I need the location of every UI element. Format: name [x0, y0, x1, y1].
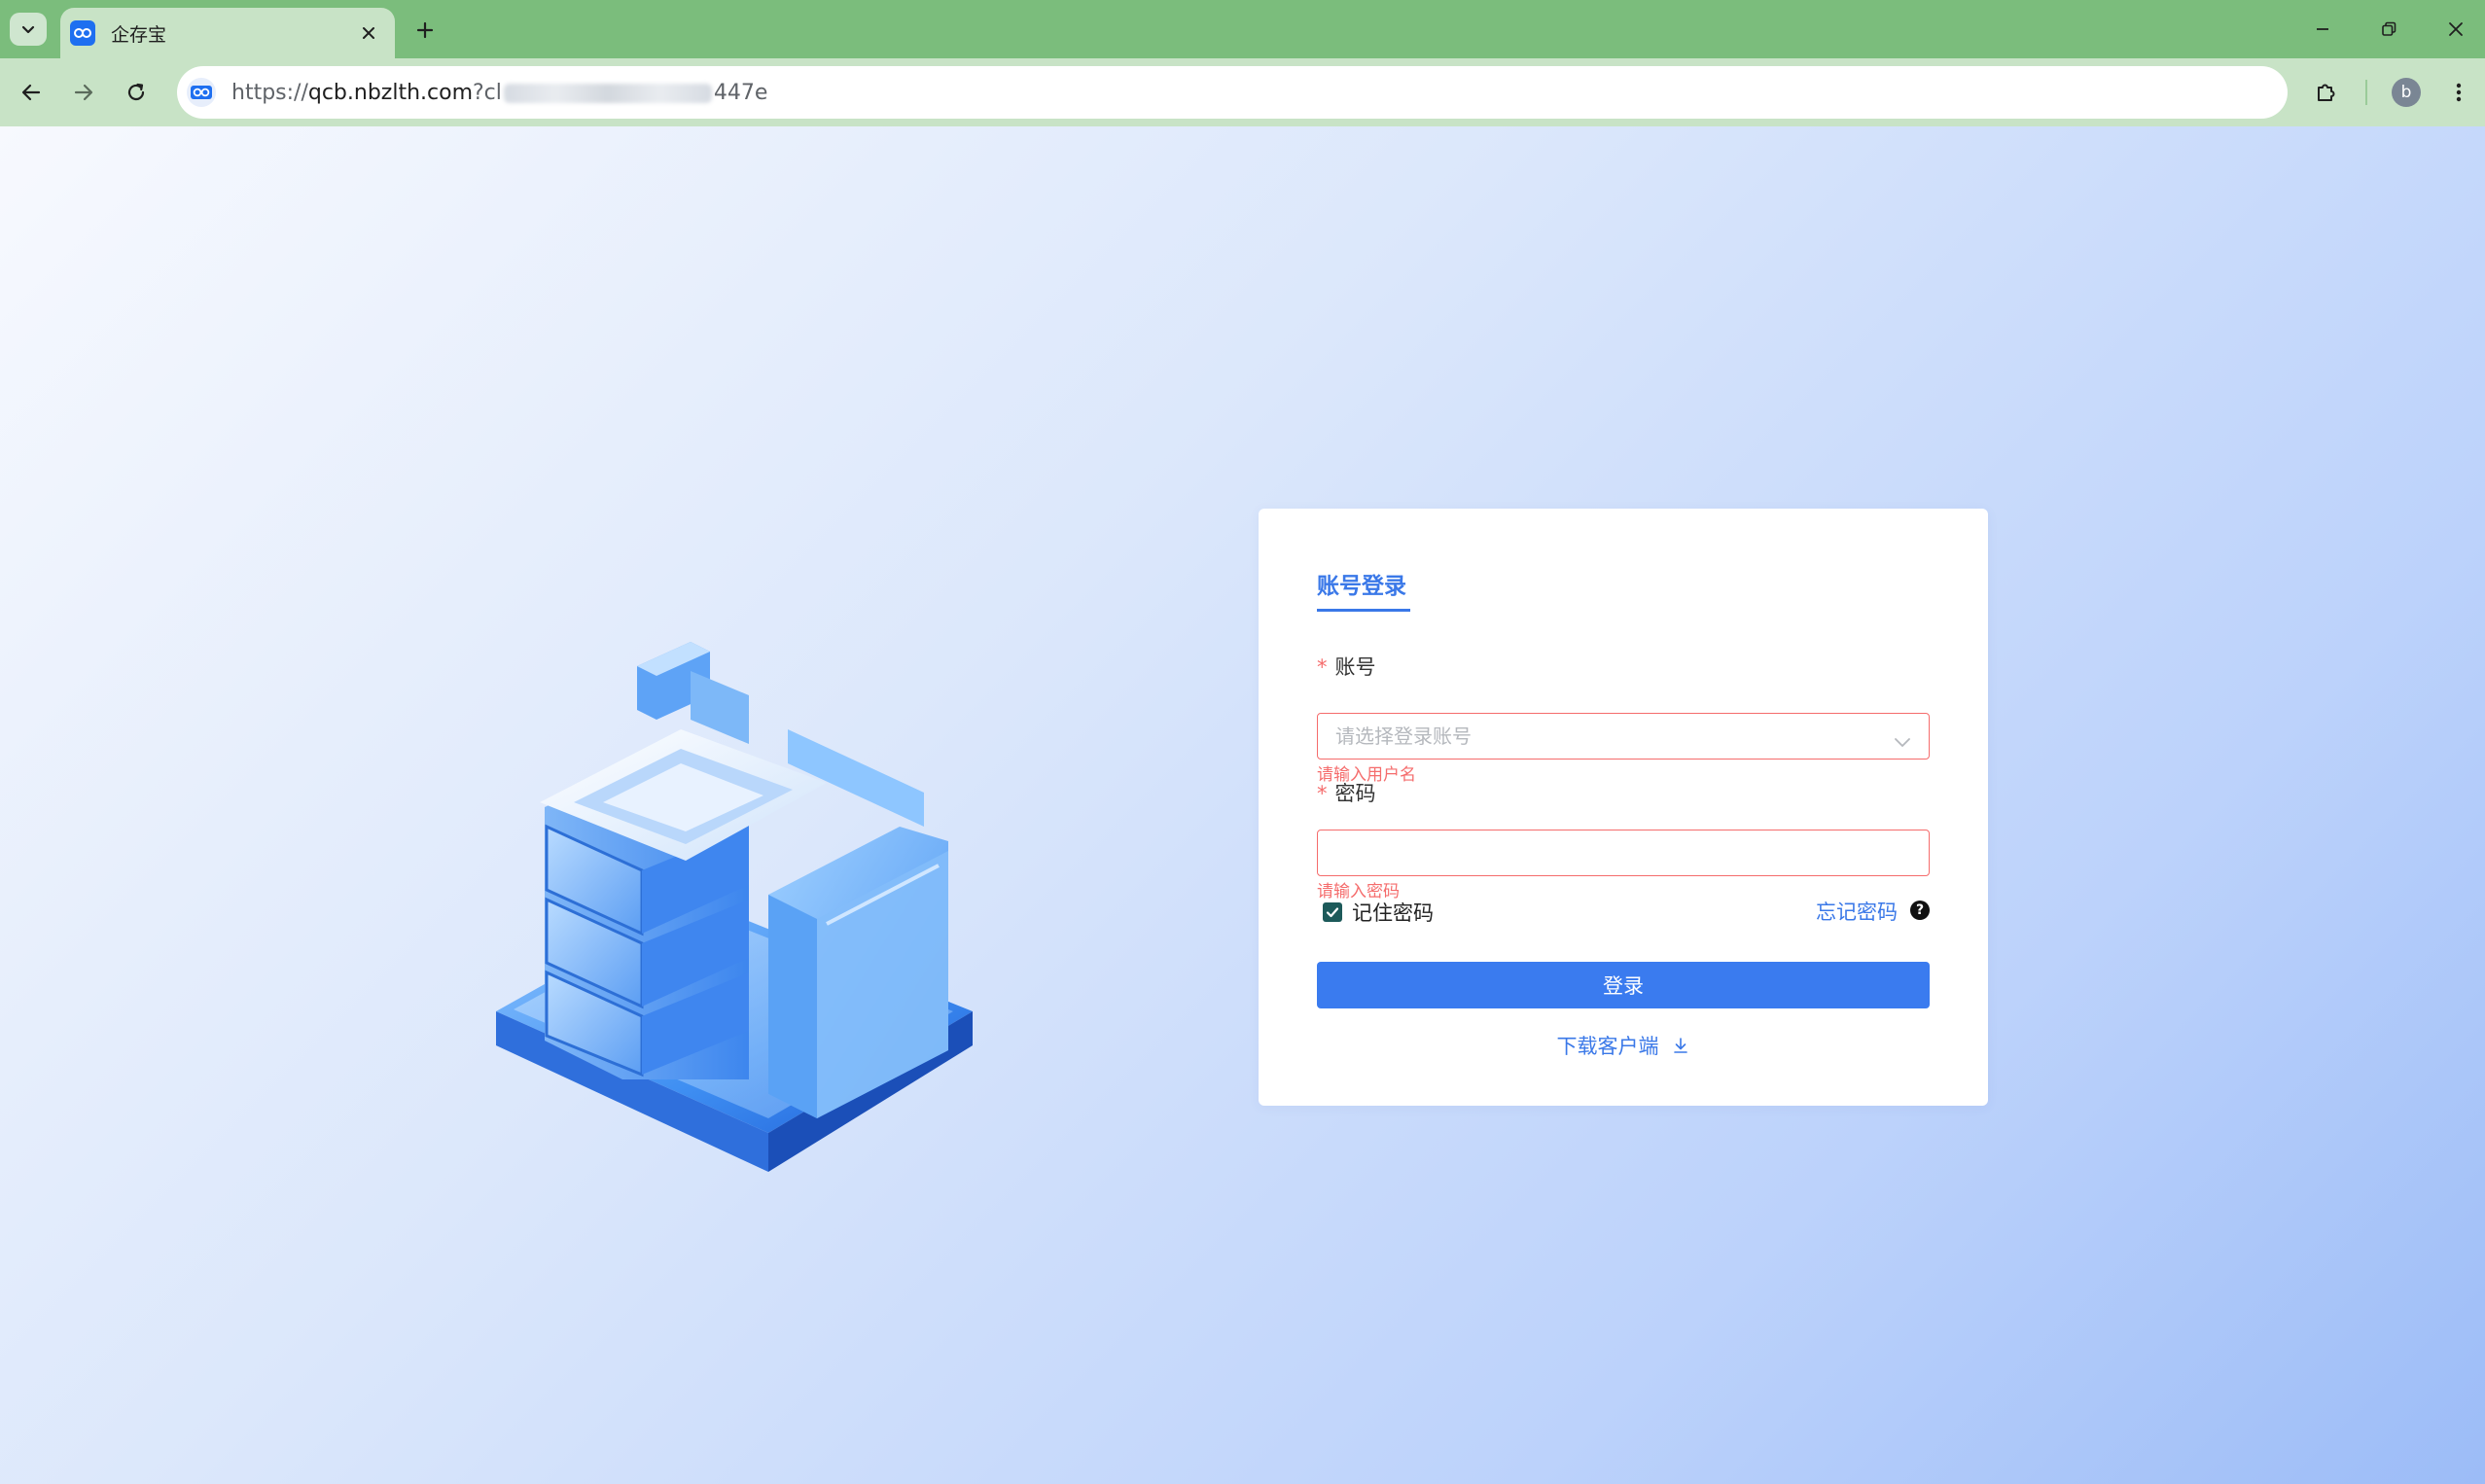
- account-label-text: 账号: [1334, 655, 1376, 679]
- plus-icon: [416, 21, 434, 39]
- login-page: 账号登录 *账号 请输入用户名 *密码 请输入密码 记住密码: [0, 126, 2485, 1484]
- site-info-icon[interactable]: [187, 78, 216, 107]
- question-circle-icon[interactable]: ?: [1910, 901, 1930, 920]
- profile-avatar[interactable]: b: [2392, 78, 2421, 107]
- required-mark: *: [1317, 655, 1328, 679]
- password-input[interactable]: [1317, 830, 1930, 876]
- reload-icon: [127, 83, 145, 101]
- required-mark: *: [1317, 782, 1328, 805]
- browser-menu-button[interactable]: [2439, 73, 2478, 112]
- toolbar-separator: [2365, 80, 2367, 105]
- download-client-link[interactable]: 下载客户端: [1259, 1031, 1988, 1060]
- url-query-end: 447e: [713, 80, 768, 105]
- url-host: qcb.nbzlth.com: [307, 80, 473, 105]
- restore-window-button[interactable]: [2367, 10, 2410, 49]
- active-tab-indicator: [1317, 609, 1410, 612]
- puzzle-icon: [2318, 84, 2335, 101]
- arrow-right-icon: [74, 84, 93, 101]
- url-query-start: ?cl: [473, 80, 502, 105]
- close-window-button[interactable]: [2434, 10, 2477, 49]
- url-redacted-segment: [503, 83, 712, 103]
- more-vertical-icon: [2456, 83, 2462, 102]
- checkbox-checked[interactable]: [1323, 902, 1342, 922]
- password-label: * 密码: [1317, 778, 1376, 807]
- forward-button[interactable]: [64, 73, 103, 112]
- minimize-icon: [2317, 28, 2328, 30]
- account-select[interactable]: [1317, 713, 1930, 760]
- forgot-password-link[interactable]: 忘记密码: [1816, 897, 1898, 926]
- tab-account-login[interactable]: 账号登录: [1317, 567, 1406, 600]
- login-button[interactable]: 登录: [1317, 962, 1930, 1008]
- reload-button[interactable]: [117, 73, 156, 112]
- extensions-button[interactable]: [2307, 73, 2346, 112]
- tab-title: 企存宝: [111, 23, 167, 46]
- restore-icon: [2382, 21, 2396, 36]
- arrow-left-icon: [21, 84, 41, 101]
- check-icon: [1326, 907, 1339, 918]
- new-tab-button[interactable]: [408, 14, 442, 47]
- browser-tab-bar: 企存宝: [0, 0, 2485, 58]
- url-scheme: https://: [231, 80, 308, 105]
- chevron-down-icon: [21, 25, 35, 34]
- close-icon: [2449, 22, 2463, 36]
- file-storage-illustration: [496, 642, 973, 1172]
- url-text: https://qcb.nbzlth.com?cl 447e: [231, 81, 767, 105]
- minimize-window-button[interactable]: [2301, 10, 2344, 49]
- address-bar[interactable]: https://qcb.nbzlth.com?cl 447e: [177, 66, 2288, 119]
- tab-search-button[interactable]: [10, 13, 47, 46]
- download-client-label: 下载客户端: [1556, 1035, 1659, 1058]
- password-label-text: 密码: [1334, 782, 1376, 805]
- browser-toolbar: https://qcb.nbzlth.com?cl 447e b: [0, 58, 2485, 126]
- remember-password-label: 记住密码: [1352, 901, 1434, 925]
- browser-tab-active[interactable]: 企存宝: [60, 8, 395, 58]
- login-card: 账号登录 *账号 请输入用户名 *密码 请输入密码 记住密码: [1259, 509, 1988, 1106]
- download-icon: [1671, 1036, 1690, 1055]
- site-favicon-icon: [70, 20, 95, 46]
- back-button[interactable]: [12, 73, 51, 112]
- tab-close-icon[interactable]: [356, 20, 381, 46]
- account-label: * 账号: [1317, 652, 1376, 681]
- remember-password-checkbox[interactable]: 记住密码: [1323, 898, 1434, 927]
